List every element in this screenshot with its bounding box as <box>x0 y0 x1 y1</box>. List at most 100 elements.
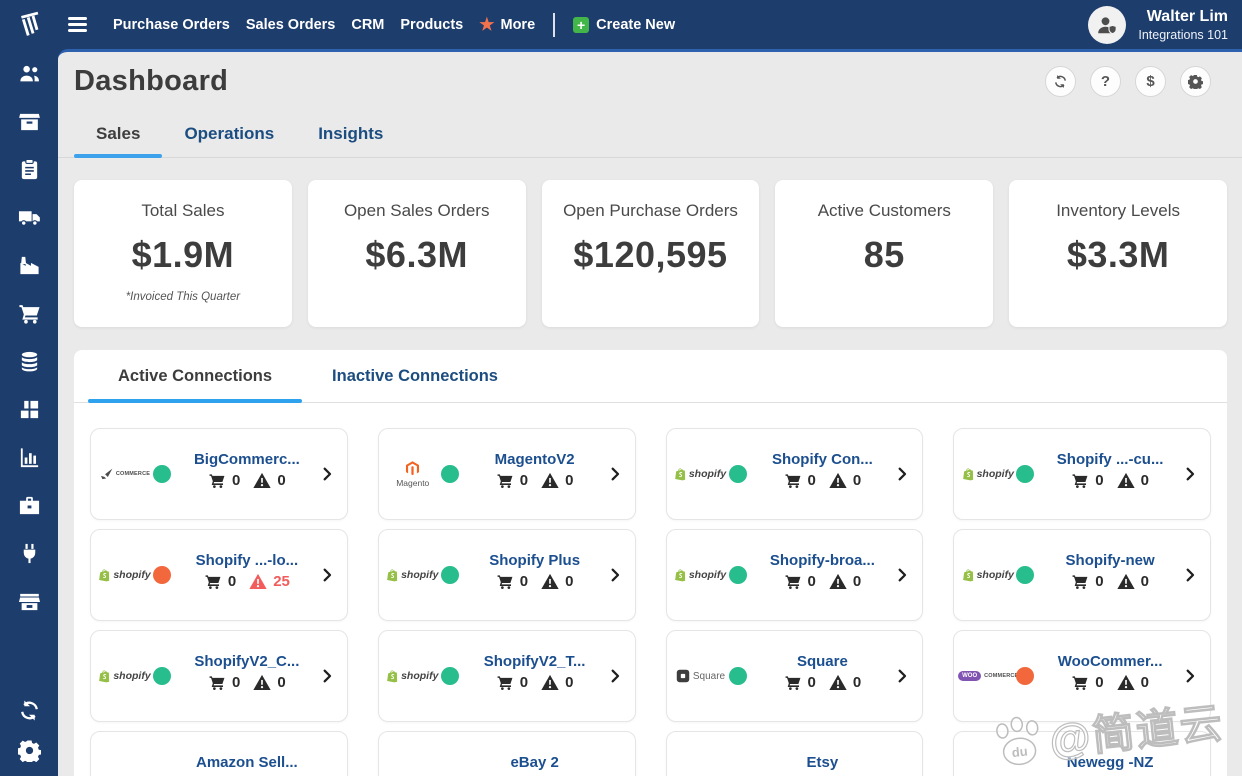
sidebar-clipboard-icon[interactable] <box>18 158 41 181</box>
connection-logo: shopify <box>674 467 727 481</box>
connection-title-link[interactable]: Shopify Con... <box>772 451 873 468</box>
sidebar-modules-icon[interactable] <box>18 398 41 421</box>
create-new-button[interactable]: + Create New <box>573 16 675 33</box>
connection-card-newegg-nz[interactable]: Newegg -NZ <box>953 731 1211 776</box>
connection-card-magentov2[interactable]: Magento MagentoV2 0 0 <box>377 428 636 520</box>
cart-count: 0 <box>807 674 816 691</box>
help-button[interactable]: ? <box>1090 66 1121 97</box>
chevron-right-icon[interactable] <box>319 564 335 586</box>
cart-icon <box>204 573 222 590</box>
chevron-right-icon[interactable] <box>607 463 623 485</box>
sidebar-plug-icon[interactable] <box>18 542 41 565</box>
connection-title-link[interactable]: MagentoV2 <box>495 451 575 468</box>
user-menu[interactable]: Walter Lim Integrations 101 <box>1088 5 1228 44</box>
connection-card-square[interactable]: Square Square 0 0 <box>665 630 924 722</box>
chevron-right-icon[interactable] <box>894 564 910 586</box>
currency-button[interactable]: $ <box>1135 66 1166 97</box>
sidebar-storefront-icon[interactable] <box>18 590 41 613</box>
refresh-button[interactable] <box>1045 66 1076 97</box>
connection-title-link[interactable]: eBay 2 <box>510 754 558 771</box>
connection-title-link[interactable]: Shopify-new <box>1066 552 1155 569</box>
star-icon: ★ <box>479 15 495 34</box>
connection-counts: 0 0 <box>496 674 573 691</box>
chevron-right-icon[interactable] <box>607 665 623 687</box>
tab-inactive-connections[interactable]: Inactive Connections <box>302 350 528 402</box>
sidebar-truck-icon[interactable] <box>18 206 41 229</box>
sidebar-cart-icon[interactable] <box>18 302 41 325</box>
connection-card-etsy[interactable]: Etsy <box>665 731 924 776</box>
connection-card-shopify-new[interactable]: shopify Shopify-new 0 0 <box>953 529 1211 621</box>
connection-card-shopifyv2-c[interactable]: shopify ShopifyV2_C... 0 0 <box>90 630 348 722</box>
connection-title-link[interactable]: Amazon Sell... <box>196 754 298 771</box>
connection-title-link[interactable]: Etsy <box>807 754 839 771</box>
connection-card-bigcommerc[interactable]: COMMERCE BigCommerc... 0 0 <box>90 428 348 520</box>
connection-card-amazon-sell[interactable]: Amazon Sell... <box>90 731 348 776</box>
connection-card-ebay-2[interactable]: eBay 2 <box>377 731 636 776</box>
hamburger-menu-icon[interactable] <box>68 17 87 32</box>
chevron-right-icon[interactable] <box>319 463 335 485</box>
connection-title-link[interactable]: Shopify Plus <box>489 552 580 569</box>
sidebar-factory-icon[interactable] <box>18 254 41 277</box>
nav-more[interactable]: ★ More <box>479 16 535 33</box>
tab-insights[interactable]: Insights <box>296 115 405 157</box>
connection-title-link[interactable]: Shopify ...-cu... <box>1057 451 1164 468</box>
connection-card-shopifyv2-t[interactable]: shopify ShopifyV2_T... 0 0 <box>377 630 636 722</box>
sidebar-coins-icon[interactable] <box>18 350 41 373</box>
connection-card-shopify-con[interactable]: shopify Shopify Con... 0 0 <box>665 428 924 520</box>
nav-purchase-orders[interactable]: Purchase Orders <box>113 17 230 33</box>
nav-sales-orders[interactable]: Sales Orders <box>246 17 335 33</box>
connection-title-link[interactable]: BigCommerc... <box>194 451 300 468</box>
cart-count: 0 <box>807 573 816 590</box>
metric-note: *Invoiced This Quarter <box>125 291 241 303</box>
connection-counts: 0 0 <box>1071 472 1149 489</box>
chevron-right-icon[interactable] <box>1182 463 1198 485</box>
app-logo[interactable] <box>12 7 48 43</box>
status-dot-icon <box>728 465 747 483</box>
connection-logo: Square <box>675 669 727 683</box>
connection-title-link[interactable]: WooCommer... <box>1058 653 1163 670</box>
connection-card-shopify-broa[interactable]: shopify Shopify-broa... 0 0 <box>665 529 924 621</box>
warning-icon <box>541 573 559 590</box>
plus-icon: + <box>573 16 590 33</box>
connection-card-shopify-cu[interactable]: shopify Shopify ...-cu... 0 0 <box>953 428 1211 520</box>
connection-title-link[interactable]: ShopifyV2_T... <box>484 653 586 670</box>
connection-card-shopify-plus[interactable]: shopify Shopify Plus 0 0 <box>377 529 636 621</box>
chevron-right-icon[interactable] <box>319 665 335 687</box>
connection-logo: shopify <box>962 568 1014 582</box>
connection-title-link[interactable]: Shopify-broa... <box>770 552 875 569</box>
chevron-right-icon[interactable] <box>1182 665 1198 687</box>
connection-title-link[interactable]: ShopifyV2_C... <box>194 653 299 670</box>
refresh-icon <box>1053 74 1068 89</box>
sidebar-gear-icon[interactable] <box>17 739 41 765</box>
sidebar-briefcase-icon[interactable] <box>18 494 41 517</box>
sidebar-users-icon[interactable] <box>18 62 41 85</box>
tab-active-connections[interactable]: Active Connections <box>88 350 303 403</box>
cart-icon <box>1071 573 1089 590</box>
connection-title-link[interactable]: Shopify ...-lo... <box>196 552 299 569</box>
sidebar-sync-icon[interactable] <box>18 699 41 722</box>
sidebar-package-icon[interactable] <box>18 110 41 133</box>
chevron-right-icon[interactable] <box>894 463 910 485</box>
settings-button[interactable] <box>1180 66 1211 97</box>
chevron-right-icon[interactable] <box>607 564 623 586</box>
tab-operations[interactable]: Operations <box>162 115 296 157</box>
tab-sales[interactable]: Sales <box>74 115 163 158</box>
connections-grid: COMMERCE BigCommerc... 0 0 Magento Magen… <box>74 403 1227 776</box>
warning-count: 0 <box>277 472 286 489</box>
connection-counts: 0 0 <box>1071 674 1149 691</box>
avatar[interactable] <box>1088 5 1127 44</box>
metric-label: Open Sales Orders <box>343 201 490 220</box>
connection-title-link[interactable]: Square <box>797 653 848 670</box>
nav-products[interactable]: Products <box>400 17 463 33</box>
metric-open-sales-orders: Open Sales Orders $6.3M <box>307 180 526 327</box>
connection-card-shopify-lo[interactable]: shopify Shopify ...-lo... 0 25 <box>90 529 348 621</box>
chevron-right-icon[interactable] <box>894 665 910 687</box>
sidebar-bar-chart-icon[interactable] <box>18 446 41 469</box>
connection-card-woocommer[interactable]: WOO COMMERCE WooCommer... 0 0 <box>953 630 1211 722</box>
connection-title-link[interactable]: Newegg -NZ <box>1067 754 1154 771</box>
nav-crm[interactable]: CRM <box>351 17 384 33</box>
connection-logo: WOO COMMERCE <box>958 671 1018 681</box>
status-dot-icon <box>440 566 459 584</box>
main-content: Dashboard ? $ Sales Operations Insights … <box>58 49 1242 776</box>
chevron-right-icon[interactable] <box>1182 564 1198 586</box>
